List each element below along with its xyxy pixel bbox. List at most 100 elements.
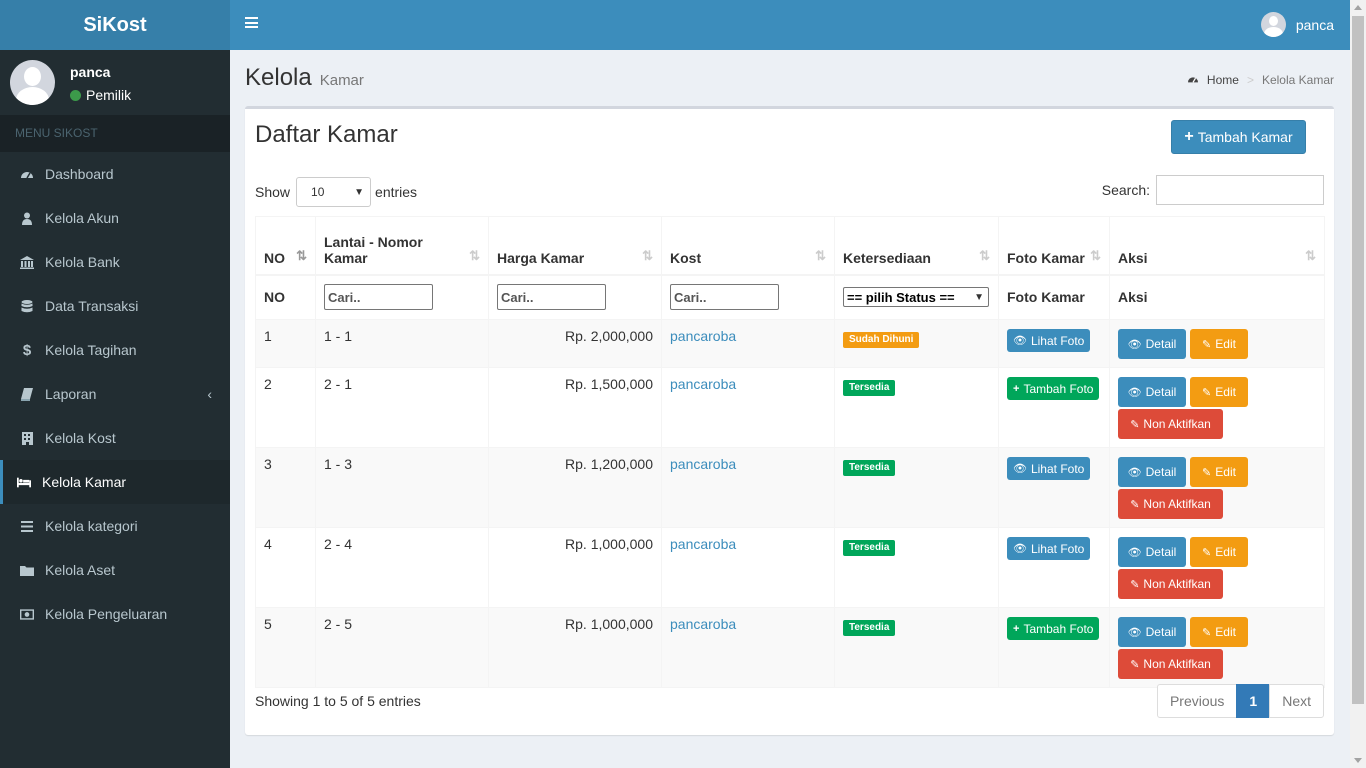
- sidebar-item-label: Laporan: [45, 386, 97, 402]
- cell-no: 3: [255, 447, 316, 528]
- tambah-foto-button[interactable]: + Tambah Foto: [1007, 617, 1100, 640]
- breadcrumb-home[interactable]: Home: [1207, 73, 1239, 87]
- aksi-buttons: 👁 Detail ✎ Edit: [1118, 329, 1316, 359]
- sidebar-item-label: Kelola kategori: [45, 518, 138, 534]
- sidebar-item-kelola-kategori[interactable]: Kelola kategori: [0, 504, 230, 548]
- filter-status-select[interactable]: == pilih Status == ▼: [843, 287, 989, 308]
- column-header-kost[interactable]: Kost ⇅: [661, 216, 835, 276]
- sidebar-item-data-transaksi[interactable]: Data Transaksi: [0, 284, 230, 328]
- button-label: Detail: [1145, 625, 1177, 639]
- avatar: [10, 60, 55, 105]
- previous-button[interactable]: Previous: [1156, 684, 1238, 718]
- building-icon: [20, 431, 34, 445]
- detail-button[interactable]: 👁 Detail: [1118, 457, 1186, 487]
- menu-header: MENU SIKOST: [0, 115, 230, 152]
- edit-button[interactable]: ✎ Edit: [1190, 457, 1248, 487]
- edit-button[interactable]: ✎ Edit: [1190, 329, 1248, 359]
- tambah-foto-button[interactable]: + Tambah Foto: [1007, 377, 1100, 400]
- scrollbar-thumb[interactable]: [1352, 16, 1364, 704]
- book-icon: [20, 387, 34, 401]
- column-header-ketersediaan[interactable]: Ketersediaan ⇅: [834, 216, 999, 276]
- filter-no: NO: [255, 274, 316, 320]
- sidebar-item-kelola-kost[interactable]: Kelola Kost: [0, 416, 230, 460]
- app-logo[interactable]: SiKost: [0, 0, 230, 50]
- entries-value: 10: [311, 185, 325, 199]
- edit-icon: ✎: [1202, 338, 1212, 351]
- detail-button[interactable]: 👁 Detail: [1118, 537, 1186, 567]
- header-label: Kost: [670, 249, 702, 266]
- detail-button[interactable]: 👁 Detail: [1118, 377, 1186, 407]
- kost-link[interactable]: pancaroba: [670, 376, 736, 392]
- cell-no: 2: [255, 367, 316, 448]
- sidebar-item-kelola-akun[interactable]: Kelola Akun: [0, 196, 230, 240]
- kost-link[interactable]: pancaroba: [670, 328, 736, 344]
- button-label: Lihat Foto: [1030, 461, 1085, 476]
- non-aktifkan-button[interactable]: ✎ Non Aktifkan: [1118, 409, 1223, 439]
- sidebar-item-label: Kelola Tagihan: [45, 342, 137, 358]
- sidebar-item-label: Kelola Akun: [45, 210, 119, 226]
- column-header-lantai[interactable]: Lantai - Nomor Kamar ⇅: [315, 216, 489, 276]
- edit-icon: ✎: [1202, 626, 1212, 639]
- edit-button[interactable]: ✎ Edit: [1190, 377, 1248, 407]
- user-icon: [20, 211, 34, 225]
- column-header-no[interactable]: NO ⇅: [255, 216, 316, 276]
- entries-select[interactable]: 10 ▼: [296, 177, 372, 207]
- sidebar-item-kelola-pengeluaran[interactable]: Kelola Pengeluaran: [0, 592, 230, 636]
- page-1-button[interactable]: 1: [1236, 684, 1271, 718]
- sidebar-item-laporan[interactable]: Laporan ‹: [0, 372, 230, 416]
- edit-button[interactable]: ✎ Edit: [1190, 617, 1248, 647]
- filter-lantai-input[interactable]: Cari..: [324, 284, 433, 311]
- sidebar-toggle-icon[interactable]: [245, 17, 258, 28]
- kost-link[interactable]: pancaroba: [670, 456, 736, 472]
- kost-link[interactable]: pancaroba: [670, 536, 736, 552]
- eye-icon: 👁: [1013, 335, 1027, 347]
- status-badge: Tersedia: [843, 540, 896, 556]
- non-aktifkan-button[interactable]: ✎ Non Aktifkan: [1118, 569, 1223, 599]
- column-header-harga[interactable]: Harga Kamar ⇅: [488, 216, 662, 276]
- sidebar-item-kelola-kamar[interactable]: Kelola Kamar: [0, 460, 230, 504]
- sort-icon: ⇅: [469, 247, 480, 263]
- button-label: Edit: [1215, 625, 1236, 639]
- sidebar-item-kelola-tagihan[interactable]: $ Kelola Tagihan: [0, 328, 230, 372]
- non-aktifkan-button[interactable]: ✎ Non Aktifkan: [1118, 489, 1223, 519]
- column-header-foto[interactable]: Foto Kamar ⇅: [998, 216, 1110, 276]
- column-header-aksi[interactable]: Aksi ⇅: [1109, 216, 1325, 276]
- scroll-up-icon[interactable]: [1354, 5, 1362, 10]
- filter-kost-input[interactable]: Cari..: [670, 284, 779, 311]
- scrollbar[interactable]: [1350, 0, 1366, 768]
- button-label: Lihat Foto: [1030, 541, 1085, 556]
- money-icon: [20, 607, 34, 621]
- filter-harga-input[interactable]: Cari..: [497, 284, 606, 311]
- edit-icon: ✎: [1130, 498, 1140, 511]
- header-label: Ketersediaan: [843, 249, 931, 266]
- top-user-menu[interactable]: panca: [1260, 12, 1334, 37]
- lihat-foto-button[interactable]: 👁 Lihat Foto: [1007, 537, 1091, 560]
- tambah-kamar-button[interactable]: + Tambah Kamar: [1171, 120, 1306, 154]
- kost-link[interactable]: pancaroba: [670, 616, 736, 632]
- edit-button[interactable]: ✎ Edit: [1190, 537, 1248, 567]
- detail-button[interactable]: 👁 Detail: [1118, 617, 1186, 647]
- aksi-buttons: 👁 Detail ✎ Edit: [1118, 537, 1316, 567]
- sidebar-item-kelola-bank[interactable]: Kelola Bank: [0, 240, 230, 284]
- scroll-down-icon[interactable]: [1354, 758, 1362, 763]
- lihat-foto-button[interactable]: 👁 Lihat Foto: [1007, 457, 1091, 480]
- top-avatar: [1260, 12, 1286, 37]
- next-button[interactable]: Next: [1269, 684, 1324, 718]
- dashboard-icon: [20, 167, 34, 181]
- filter-status-value: == pilih Status ==: [847, 289, 955, 305]
- dollar-icon: $: [22, 341, 32, 359]
- lihat-foto-button[interactable]: 👁 Lihat Foto: [1007, 329, 1091, 352]
- sidebar-item-label: Dashboard: [45, 166, 114, 182]
- aksi-buttons: 👁 Detail ✎ Edit: [1118, 377, 1316, 407]
- sidebar-item-kelola-aset[interactable]: Kelola Aset: [0, 548, 230, 592]
- non-aktifkan-button[interactable]: ✎ Non Aktifkan: [1118, 649, 1223, 679]
- sort-icon: ⇅: [1305, 247, 1316, 263]
- table-row: 2 2 - 1 Rp. 1,500,000 pancaroba Tersedia…: [255, 367, 1325, 448]
- detail-button[interactable]: 👁 Detail: [1118, 329, 1186, 359]
- top-navbar: panca: [230, 0, 1350, 50]
- sidebar-item-label: Kelola Kost: [45, 430, 116, 446]
- breadcrumb: Home > Kelola Kamar: [1187, 73, 1334, 87]
- search-input[interactable]: [1156, 175, 1324, 205]
- edit-icon: ✎: [1202, 466, 1212, 479]
- sidebar-item-dashboard[interactable]: Dashboard: [0, 152, 230, 196]
